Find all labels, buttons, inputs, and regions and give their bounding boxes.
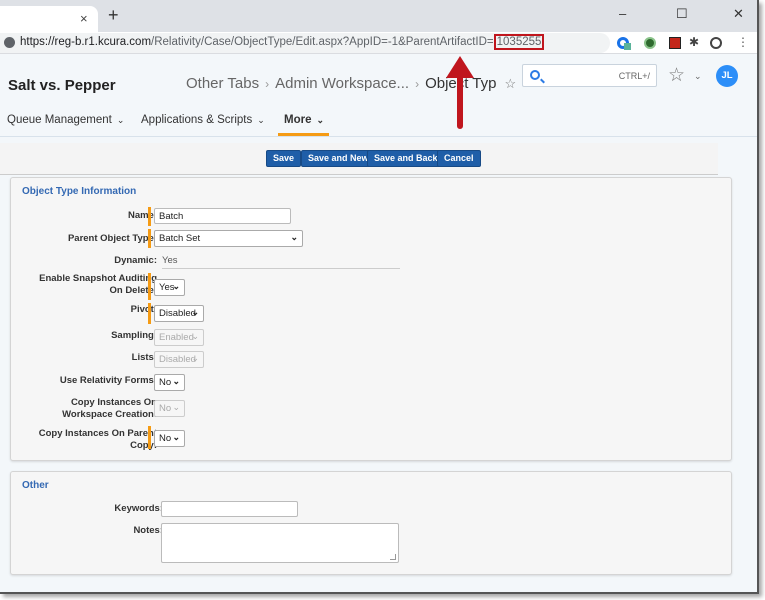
tab-label: Queue Management bbox=[7, 114, 112, 126]
action-bar: Save Save and New Save and Back Cancel bbox=[0, 143, 718, 175]
close-window-button[interactable]: ✕ bbox=[733, 6, 744, 22]
dynamic-value: Yes bbox=[162, 255, 178, 266]
field-label: Sampling: bbox=[111, 330, 157, 341]
extension-record-icon[interactable] bbox=[644, 37, 656, 49]
chevron-down-icon: ⌄ bbox=[290, 232, 298, 242]
minimize-button[interactable]: – bbox=[619, 6, 626, 21]
required-indicator bbox=[148, 229, 151, 248]
name-field[interactable] bbox=[154, 208, 291, 224]
workspace-name[interactable]: Salt vs. Pepper bbox=[8, 77, 116, 94]
tab-applications-scripts[interactable]: Applications & Scripts ⌄ bbox=[141, 114, 265, 126]
keywords-field[interactable] bbox=[161, 501, 298, 517]
required-indicator bbox=[148, 426, 151, 449]
save-and-new-button[interactable]: Save and New bbox=[301, 150, 376, 167]
app-header: Salt vs. Pepper Other Tabs › Admin Workspa… bbox=[0, 55, 757, 107]
browser-tab-strip: × + – ☐ ✕ bbox=[0, 0, 757, 32]
breadcrumb-separator-icon: › bbox=[415, 77, 420, 91]
search-shortcut-hint: CTRL+/ bbox=[618, 71, 650, 81]
url-path: /Relativity/Case/ObjectType/Edit.aspx?Ap… bbox=[151, 36, 494, 48]
tab-label: More bbox=[284, 114, 312, 126]
kebab-menu-icon[interactable]: ⋮ bbox=[737, 35, 749, 49]
url-host: https://reg-b.r1.kcura.com bbox=[20, 36, 152, 48]
field-label: Dynamic: bbox=[114, 255, 157, 266]
highlighted-artifact-id: 1035255 bbox=[493, 34, 545, 50]
resize-handle[interactable] bbox=[390, 554, 396, 560]
field-label: Use Relativity Forms: bbox=[59, 375, 157, 386]
select-value: No bbox=[159, 433, 172, 444]
search-input[interactable]: CTRL+/ bbox=[522, 64, 657, 87]
browser-toolbar: https://reg-b.r1.kcura.com/Relativity/Ca… bbox=[0, 32, 757, 54]
copy-on-parent-copy-select[interactable]: No ⌄ bbox=[154, 430, 185, 447]
select-value: No bbox=[159, 377, 172, 388]
chevron-down-icon: ⌄ bbox=[191, 307, 199, 317]
tab-more[interactable]: More ⌄ bbox=[284, 114, 324, 126]
new-tab-button[interactable]: + bbox=[108, 6, 119, 24]
tab-label: Applications & Scripts bbox=[141, 114, 253, 126]
pivot-select[interactable]: Disabled ⌄ bbox=[154, 305, 204, 322]
breadcrumb-separator-icon: › bbox=[265, 77, 270, 91]
chevron-down-icon: ⌄ bbox=[257, 115, 265, 125]
puzzle-extensions-icon[interactable]: ✱ bbox=[689, 35, 699, 49]
globe-icon bbox=[4, 37, 15, 48]
maximize-button[interactable]: ☐ bbox=[676, 6, 688, 22]
save-and-back-button[interactable]: Save and Back bbox=[367, 150, 445, 167]
divider bbox=[162, 268, 400, 269]
section-title: Other bbox=[22, 480, 49, 491]
select-value: No bbox=[159, 403, 172, 414]
url-text[interactable]: https://reg-b.r1.kcura.com/Relativity/Ca… bbox=[20, 34, 545, 50]
extension-badge-icon bbox=[624, 43, 631, 50]
breadcrumb-item[interactable]: Other Tabs bbox=[186, 75, 259, 92]
tab-nav: Queue Management ⌄ Applications & Scripts… bbox=[0, 107, 757, 137]
use-relativity-forms-select[interactable]: No ⌄ bbox=[154, 374, 185, 391]
chevron-down-icon[interactable]: ⌄ bbox=[694, 71, 702, 82]
profile-icon[interactable] bbox=[710, 37, 722, 49]
required-indicator bbox=[148, 303, 151, 324]
breadcrumb-item[interactable]: Admin Workspace... bbox=[275, 75, 409, 92]
save-button[interactable]: Save bbox=[266, 150, 302, 167]
field-label: Copy Instances On Parent Copy: bbox=[38, 428, 157, 451]
pdf-extension-icon[interactable] bbox=[669, 37, 681, 49]
select-value: Enabled bbox=[159, 332, 194, 343]
notes-textarea[interactable] bbox=[161, 523, 399, 563]
favorites-star-icon[interactable]: ☆ bbox=[668, 64, 685, 87]
field-label: Enable Snapshot Auditing On Delete: bbox=[39, 273, 157, 296]
required-indicator bbox=[148, 273, 151, 300]
browser-window: × + – ☐ ✕ https://reg-b.r1.kcura.com/Rel… bbox=[0, 0, 759, 594]
browser-tab[interactable]: × bbox=[0, 6, 98, 32]
field-label: Copy Instances On Workspace Creation: bbox=[62, 397, 157, 420]
sampling-select: Enabled ⌄ bbox=[154, 329, 204, 346]
select-value: Disabled bbox=[159, 308, 196, 319]
copy-on-workspace-creation-select: No ⌄ bbox=[154, 400, 185, 417]
object-type-information-panel: Object Type Information Name: Parent Obj… bbox=[10, 177, 732, 461]
chevron-down-icon: ⌄ bbox=[172, 376, 180, 386]
field-label: Keywords: bbox=[114, 503, 163, 514]
lists-select: Disabled ⌄ bbox=[154, 351, 204, 368]
close-tab-icon[interactable]: × bbox=[80, 11, 88, 26]
cancel-button[interactable]: Cancel bbox=[437, 150, 481, 167]
avatar[interactable]: JL bbox=[716, 65, 738, 87]
tab-queue-management[interactable]: Queue Management ⌄ bbox=[7, 114, 124, 126]
snapshot-auditing-select[interactable]: Yes ⌄ bbox=[154, 279, 185, 296]
section-title: Object Type Information bbox=[22, 186, 137, 197]
chevron-down-icon: ⌄ bbox=[191, 331, 199, 341]
select-value: Batch Set bbox=[159, 233, 201, 244]
address-bar[interactable]: https://reg-b.r1.kcura.com/Relativity/Ca… bbox=[0, 33, 610, 53]
annotation-arrow-shaft bbox=[457, 62, 463, 129]
chevron-down-icon: ⌄ bbox=[172, 432, 180, 442]
other-panel: Other Keywords: Notes: bbox=[10, 471, 732, 575]
select-value: Disabled bbox=[159, 354, 196, 365]
chevron-down-icon: ⌄ bbox=[191, 353, 199, 363]
chevron-down-icon: ⌄ bbox=[316, 115, 325, 125]
required-indicator bbox=[148, 207, 151, 226]
search-icon bbox=[530, 70, 540, 80]
chevron-down-icon: ⌄ bbox=[116, 115, 125, 125]
field-label: Notes: bbox=[133, 525, 163, 536]
chevron-down-icon: ⌄ bbox=[172, 281, 180, 291]
chevron-down-icon: ⌄ bbox=[172, 402, 180, 412]
star-icon[interactable]: ☆ bbox=[505, 76, 517, 91]
field-label: Parent Object Type: bbox=[67, 233, 157, 244]
parent-object-type-select[interactable]: Batch Set ⌄ bbox=[154, 230, 303, 247]
field-label: Name: bbox=[127, 210, 157, 221]
active-tab-indicator bbox=[278, 133, 329, 136]
